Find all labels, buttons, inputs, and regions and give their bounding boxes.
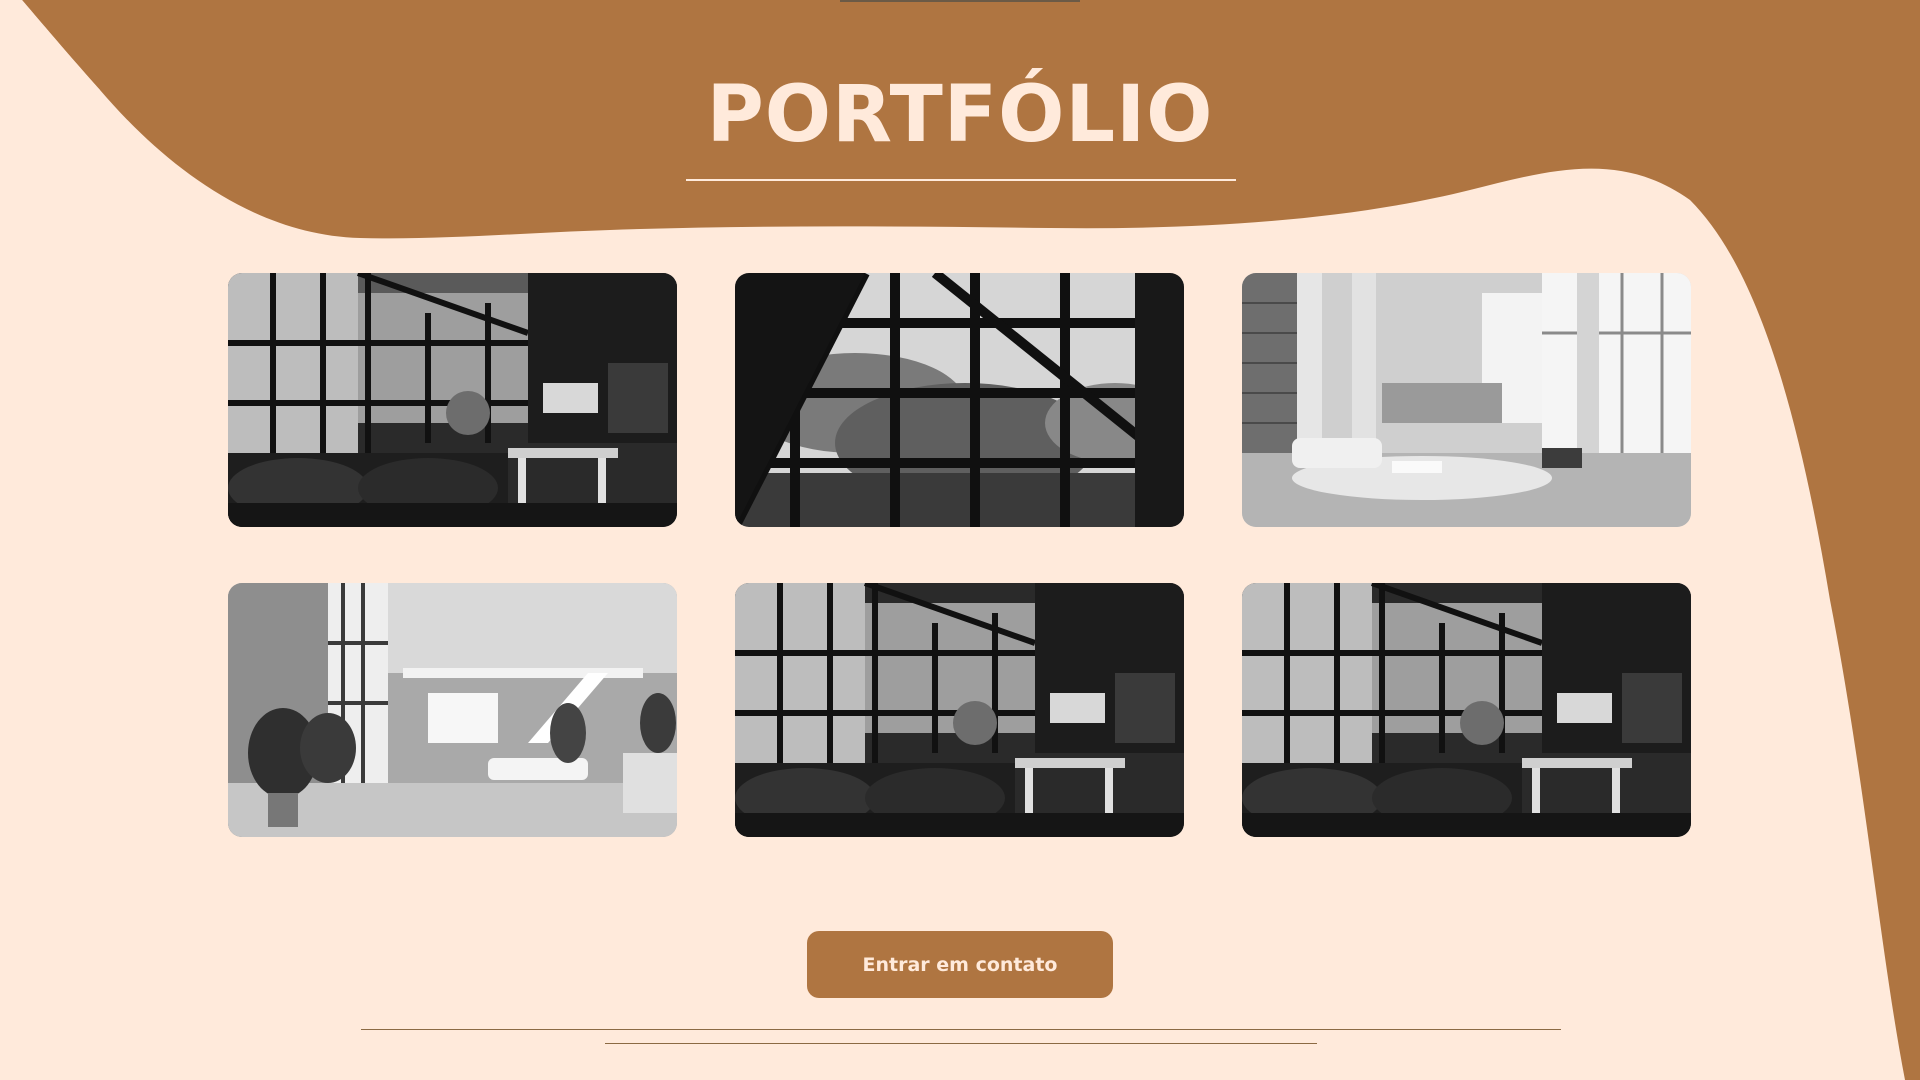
footer-divider-short	[605, 1043, 1317, 1044]
portfolio-image-5[interactable]	[735, 583, 1184, 837]
loft-sofa-photo	[1242, 583, 1691, 837]
white-interior-plants-photo	[228, 583, 677, 837]
portfolio-grid	[228, 273, 1692, 837]
footer-divider-long	[361, 1029, 1561, 1030]
title-underline	[686, 179, 1236, 181]
portfolio-image-4[interactable]	[228, 583, 677, 837]
steel-windows-photo	[735, 273, 1184, 527]
portfolio-image-3[interactable]	[1242, 273, 1691, 527]
loft-sofa-photo	[735, 583, 1184, 837]
top-divider	[840, 0, 1080, 2]
page-title: PORTFÓLIO	[706, 70, 1214, 160]
portfolio-image-6[interactable]	[1242, 583, 1691, 837]
bright-living-room-photo	[1242, 273, 1691, 527]
portfolio-image-1[interactable]	[228, 273, 677, 527]
contact-button[interactable]: Entrar em contato	[807, 931, 1113, 998]
portfolio-page: PORTFÓLIO Entrar em contato	[0, 0, 1920, 1080]
portfolio-image-2[interactable]	[735, 273, 1184, 527]
loft-sofa-photo	[228, 273, 677, 527]
